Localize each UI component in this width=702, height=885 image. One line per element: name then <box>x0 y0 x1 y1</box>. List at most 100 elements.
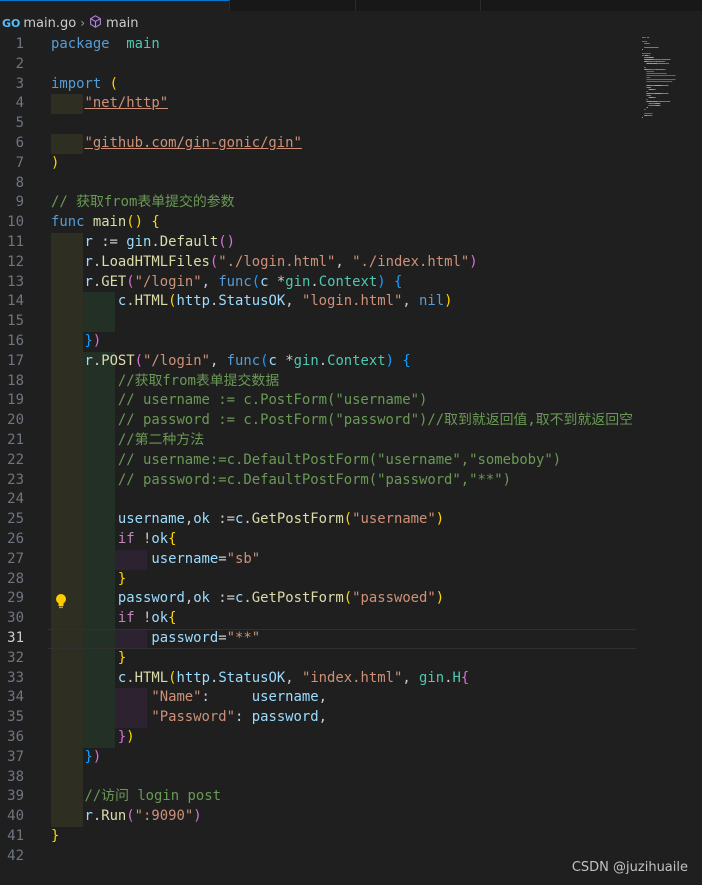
code-token: gin <box>285 273 311 290</box>
code-line[interactable]: 32 } <box>0 648 636 669</box>
chevron-right-icon: › <box>80 16 86 30</box>
code-text: username,ok :=c.GetPostForm("username") <box>51 510 636 530</box>
code-token: "username" <box>352 511 436 528</box>
code-line[interactable]: 5 <box>0 114 636 134</box>
line-number: 29 <box>7 590 24 607</box>
minimap-token <box>646 79 676 80</box>
line-number: 16 <box>7 333 24 349</box>
code-editor[interactable]: 1 package main 2 3 import (4 "net/http" 5 6 "g… <box>0 35 636 885</box>
line-number: 25 <box>7 511 24 528</box>
code-line[interactable]: 7) <box>0 154 636 174</box>
line-number: 21 <box>7 432 24 448</box>
code-token: Context <box>318 273 378 290</box>
code-line[interactable]: 10 func main() { <box>0 213 636 233</box>
code-line[interactable]: 38 <box>0 767 636 788</box>
tab-main-go[interactable] <box>0 0 230 11</box>
code-token: ) <box>469 253 478 270</box>
code-token: ) <box>444 293 453 310</box>
code-text: "github.com/gin-gonic/gin" <box>51 134 636 154</box>
go-file-icon: GO <box>2 16 21 30</box>
code-line[interactable]: 29 password,ok :=c.GetPostForm("passwoed… <box>0 589 636 610</box>
code-line[interactable]: 21 //第二种方法 <box>0 431 636 451</box>
code-line[interactable]: 27 username="sb" <box>0 549 636 570</box>
minimap-token <box>648 95 650 96</box>
code-line[interactable]: 16 }) <box>0 332 636 352</box>
code-token: r <box>84 253 93 270</box>
line-number: 1 <box>15 36 24 52</box>
code-line[interactable]: 19 // username := c.PostForm("username") <box>0 391 636 412</box>
minimap-token <box>665 69 667 70</box>
code-line[interactable]: 17 r.POST("/login", func(c *gin.Context)… <box>0 351 636 372</box>
code-token: func <box>51 214 85 231</box>
minimap[interactable] <box>640 35 702 885</box>
code-line[interactable]: 22 // username:=c.DefaultPostForm("usern… <box>0 450 636 471</box>
code-line[interactable]: 41} <box>0 827 636 847</box>
code-line[interactable]: 33 c.HTML(http.StatusOK, "index.html", g… <box>0 668 636 689</box>
code-text: //访问 login post <box>51 787 636 807</box>
code-line[interactable]: 1 package main <box>0 35 636 55</box>
breadcrumb-file[interactable]: main.go <box>23 16 76 31</box>
minimap-token <box>667 85 669 86</box>
code-line[interactable]: 26 if !ok{ <box>0 530 636 550</box>
code-token: Run <box>101 808 127 825</box>
code-line[interactable]: 12 r.LoadHTMLFiles("./login.html", "./in… <box>0 252 636 273</box>
code-token: ( <box>251 273 261 290</box>
minimap-token <box>648 105 655 106</box>
code-line[interactable]: 34 "Name": username, <box>0 688 636 709</box>
code-token: main <box>92 214 127 231</box>
breadcrumb-symbol[interactable]: main <box>106 16 138 31</box>
code-token: GetPostForm <box>251 511 344 528</box>
code-line[interactable]: 4 "net/http" <box>0 94 636 115</box>
line-number: 8 <box>15 174 24 191</box>
code-line[interactable]: 3 import ( <box>0 75 636 95</box>
code-token: nil <box>419 293 445 310</box>
code-line[interactable]: 14 c.HTML(http.StatusOK, "login.html", n… <box>0 292 636 313</box>
code-line[interactable]: 39 //访问 login post <box>0 787 636 808</box>
code-line[interactable]: 20 // password := c.PostForm("password")… <box>0 411 636 431</box>
code-line[interactable]: 15 <box>0 312 636 332</box>
code-token: if <box>117 610 135 627</box>
code-text: func main() { <box>51 213 636 233</box>
code-line[interactable]: 8 <box>0 174 636 194</box>
code-token: () <box>126 214 144 231</box>
code-token: ok <box>151 531 169 547</box>
code-token: . <box>92 352 102 369</box>
minimap-token <box>651 93 653 94</box>
code-line[interactable]: 35 "Password": password, <box>0 708 636 728</box>
code-line[interactable]: 9 // 获取from表单提交的参数 <box>0 193 636 213</box>
code-line[interactable]: 25 username,ok :=c.GetPostForm("username… <box>0 510 636 530</box>
code-line[interactable]: 6 "github.com/gin-gonic/gin" <box>0 134 636 154</box>
code-line[interactable]: 36 }) <box>0 728 636 748</box>
tab-second[interactable] <box>231 0 356 11</box>
code-token: } <box>84 333 93 349</box>
code-line[interactable]: 2 <box>0 55 636 75</box>
code-line[interactable]: 28 } <box>0 569 636 590</box>
code-text: if !ok{ <box>51 530 636 550</box>
code-line[interactable]: 42 <box>0 847 636 867</box>
minimap-token <box>647 115 652 116</box>
code-token: "/login" <box>143 352 210 369</box>
code-line[interactable]: 24 <box>0 490 636 511</box>
minimap-token <box>644 67 646 68</box>
line-number: 11 <box>7 234 24 250</box>
code-line[interactable]: 30 if !ok{ <box>0 609 636 629</box>
line-number: 20 <box>7 412 24 429</box>
code-line[interactable]: 31 password="**" <box>0 629 636 649</box>
line-number: 34 <box>7 689 24 706</box>
tab-third[interactable] <box>356 0 481 11</box>
code-line[interactable]: 23 // password:=c.DefaultPostForm("passw… <box>0 470 636 491</box>
code-token: http <box>176 669 210 686</box>
code-line[interactable]: 18 //获取from表单提交数据 <box>0 371 636 392</box>
code-line[interactable]: 11 r := gin.Default() <box>0 233 636 253</box>
code-text: c.HTML(http.StatusOK, "login.html", nil) <box>51 292 636 312</box>
code-line[interactable]: 37 }) <box>0 747 636 768</box>
lightbulb-icon[interactable] <box>54 593 68 609</box>
code-line[interactable]: 13 r.GET("/login", func(c *gin.Context) … <box>0 272 636 293</box>
code-line[interactable]: 40 r.Run(":9090") <box>0 807 636 827</box>
code-token: r <box>84 352 93 369</box>
